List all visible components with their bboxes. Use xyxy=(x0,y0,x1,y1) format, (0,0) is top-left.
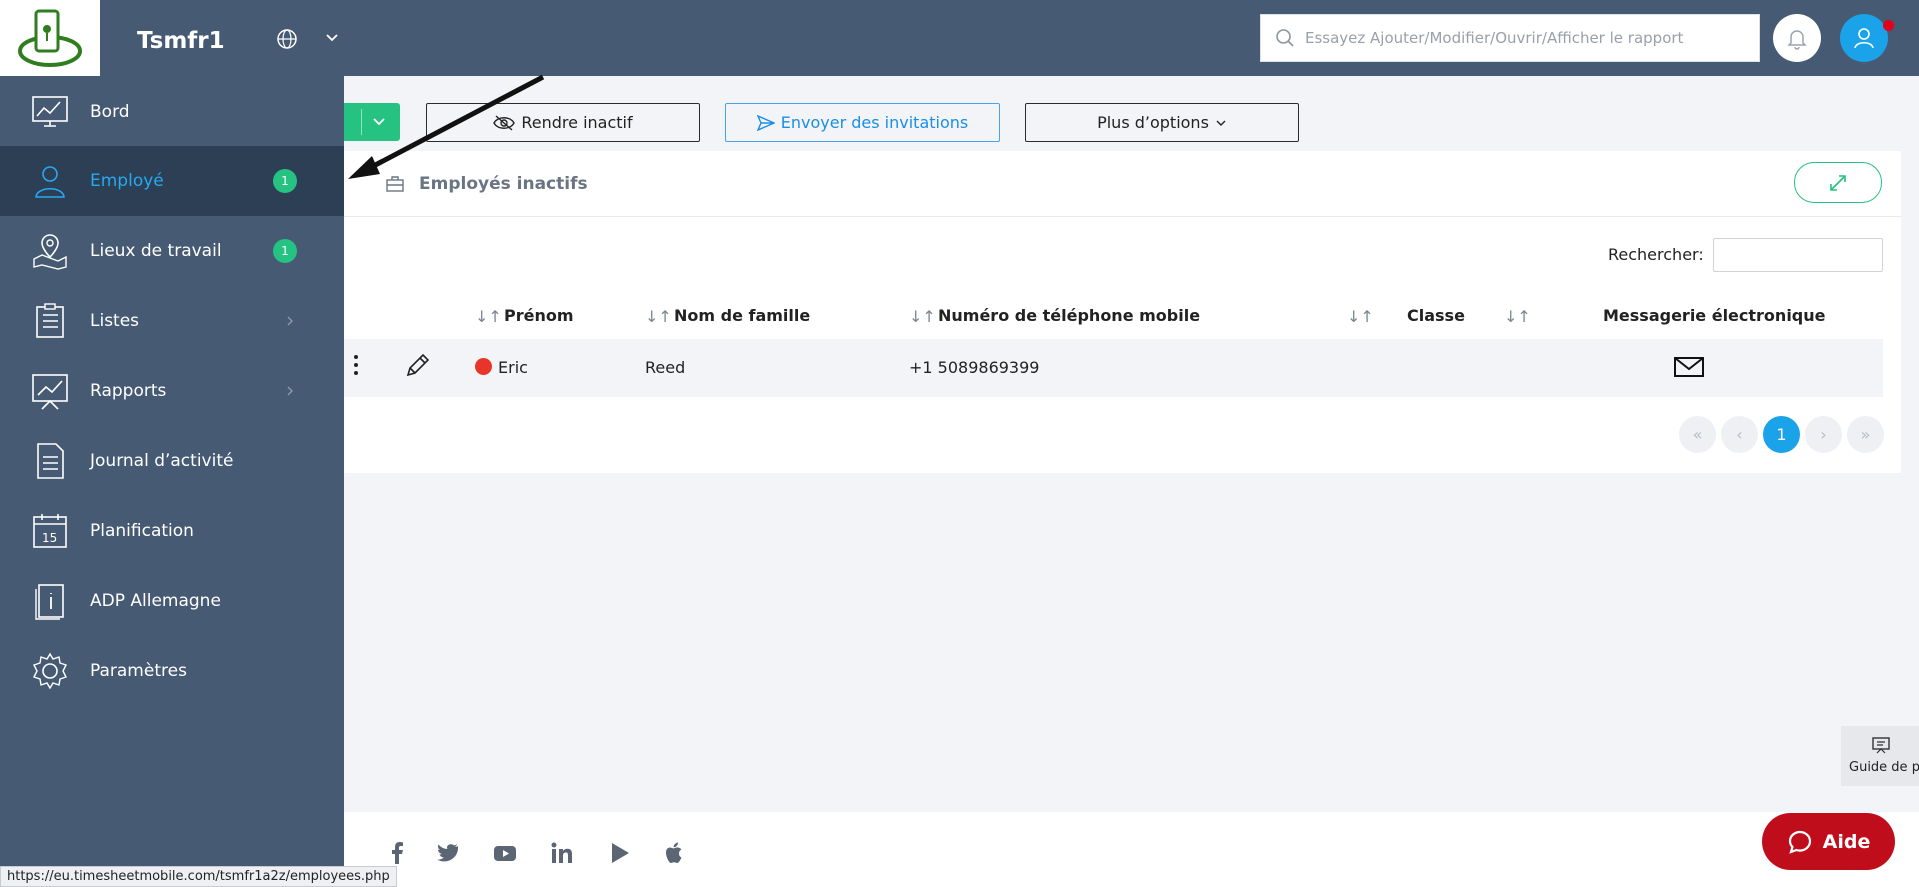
status-url: https://eu.timesheetmobile.com/tsmfr1a2z… xyxy=(0,866,397,887)
sort-icon[interactable]: ↓↑ xyxy=(1347,307,1374,326)
help-chat-button[interactable]: Aide xyxy=(1762,813,1895,870)
sidebar-item-lieux[interactable]: Lieux de travail 1 xyxy=(0,216,344,286)
user-alert-dot xyxy=(1883,20,1894,31)
svg-text:15: 15 xyxy=(42,531,57,545)
chevron-down-icon[interactable] xyxy=(324,30,340,46)
gear-icon xyxy=(33,652,67,690)
search-icon xyxy=(1276,29,1294,47)
sidebar-item-rapports[interactable]: Rapports xyxy=(0,356,344,426)
status-indicator xyxy=(475,358,492,375)
report-chart-icon xyxy=(32,374,68,410)
more-options-button[interactable]: Plus d’options xyxy=(1025,103,1299,142)
top-header: Tsmfr1 xyxy=(0,0,1919,76)
sidebar-item-journal[interactable]: Journal d’activité xyxy=(0,426,344,496)
page-first-button[interactable]: « xyxy=(1679,416,1716,453)
cell-first-name: Eric xyxy=(498,358,528,377)
chat-bubble-icon xyxy=(1788,830,1811,854)
table-row[interactable] xyxy=(344,339,1883,397)
mail-icon[interactable] xyxy=(1674,356,1704,378)
sidebar-item-label: Paramètres xyxy=(90,661,187,681)
cell-phone: +1 5089869399 xyxy=(909,358,1040,377)
sidebar-item-parametres[interactable]: Paramètres xyxy=(0,636,344,706)
help-label: Aide xyxy=(1822,830,1871,853)
sidebar-item-label: Rapports xyxy=(90,381,167,401)
guide-label: Guide de p xyxy=(1849,760,1919,775)
sidebar-item-label: Journal d’activité xyxy=(90,451,234,471)
expand-icon xyxy=(1830,174,1846,191)
logo-icon xyxy=(18,9,82,67)
sidebar-item-label: Planification xyxy=(90,521,194,541)
card-header: Employés inactifs xyxy=(344,151,1901,217)
facebook-icon[interactable] xyxy=(384,840,410,866)
column-header-email[interactable]: Messagerie électronique xyxy=(1603,306,1826,325)
clipboard-list-icon xyxy=(36,303,64,338)
table-search-label: Rechercher: xyxy=(1608,245,1704,264)
sidebar-item-label: Bord xyxy=(90,102,130,122)
language-icon[interactable] xyxy=(276,28,298,50)
dashboard-icon xyxy=(32,96,68,127)
sidebar-item-employe[interactable]: Employé 1 xyxy=(0,146,344,216)
sort-icon[interactable]: ↓↑ xyxy=(909,307,936,326)
sort-icon[interactable]: ↓↑ xyxy=(1504,307,1531,326)
map-pin-icon xyxy=(33,234,67,270)
page-next-button[interactable]: › xyxy=(1805,416,1842,453)
chevron-down-icon xyxy=(1216,120,1226,126)
info-book-icon xyxy=(35,584,64,620)
page-prev-button[interactable]: ‹ xyxy=(1721,416,1758,453)
count-badge: 1 xyxy=(273,239,297,263)
sidebar-item-label: Lieux de travail xyxy=(90,241,222,261)
sort-icon[interactable]: ↓↑ xyxy=(475,307,502,326)
sort-icon[interactable]: ↓↑ xyxy=(645,307,672,326)
calendar-icon: 15 xyxy=(33,514,67,548)
document-icon xyxy=(37,443,64,479)
linkedin-icon[interactable] xyxy=(549,840,575,866)
annotation-arrow-icon xyxy=(348,74,545,179)
expand-button[interactable] xyxy=(1794,162,1882,203)
user-menu-button[interactable] xyxy=(1840,14,1888,62)
sidebar-item-adp[interactable]: ADP Allemagne xyxy=(0,566,344,636)
search-input[interactable] xyxy=(1305,29,1745,47)
send-invitations-button[interactable]: Envoyer des invitations xyxy=(725,103,1000,142)
company-name: Tsmfr1 xyxy=(137,28,225,54)
sidebar-item-bord[interactable]: Bord xyxy=(0,77,344,147)
guide-tab[interactable]: Guide de p xyxy=(1841,726,1919,786)
bell-icon xyxy=(1787,30,1807,50)
more-options-label: Plus d’options xyxy=(1097,113,1209,132)
table-search-input[interactable] xyxy=(1713,238,1883,272)
pencil-icon[interactable] xyxy=(404,353,430,379)
footer xyxy=(344,812,1919,887)
count-badge: 1 xyxy=(273,169,297,193)
send-invitations-label: Envoyer des invitations xyxy=(780,113,969,132)
chevron-right-icon xyxy=(287,316,293,326)
column-header-class[interactable]: Classe xyxy=(1407,306,1465,325)
sidebar-item-label: Listes xyxy=(90,311,140,331)
column-header-last-name[interactable]: Nom de famille xyxy=(674,306,810,325)
sidebar-item-label: Employé xyxy=(90,171,164,191)
employee-icon xyxy=(35,166,65,198)
send-icon xyxy=(756,114,775,131)
app-logo[interactable] xyxy=(0,0,100,76)
page-last-button[interactable]: » xyxy=(1847,416,1884,453)
twitter-icon[interactable] xyxy=(435,840,461,866)
sidebar-item-planification[interactable]: 15 Planification xyxy=(0,496,344,566)
youtube-icon[interactable] xyxy=(492,840,518,866)
sidebar-item-label: ADP Allemagne xyxy=(90,591,221,611)
play-store-icon[interactable] xyxy=(607,840,633,866)
presentation-icon xyxy=(1872,737,1890,754)
cell-last-name: Reed xyxy=(645,358,686,377)
inactive-employees-card: Employés inactifs Rechercher: ↓↑ Prénom … xyxy=(344,151,1901,473)
notifications-button[interactable] xyxy=(1773,14,1821,62)
global-search[interactable] xyxy=(1260,14,1760,62)
sidebar-item-listes[interactable]: Listes xyxy=(0,286,344,356)
more-vertical-icon[interactable] xyxy=(352,354,360,376)
page-current-button[interactable]: 1 xyxy=(1763,416,1800,453)
sidebar-nav: Bord Employé 1 Lieux de travail 1 Listes xyxy=(0,76,344,887)
column-header-phone[interactable]: Numéro de téléphone mobile xyxy=(938,306,1200,325)
user-icon xyxy=(1854,28,1874,49)
chevron-right-icon xyxy=(287,386,293,396)
column-header-first-name[interactable]: Prénom xyxy=(504,306,574,325)
apple-icon[interactable] xyxy=(662,840,688,866)
